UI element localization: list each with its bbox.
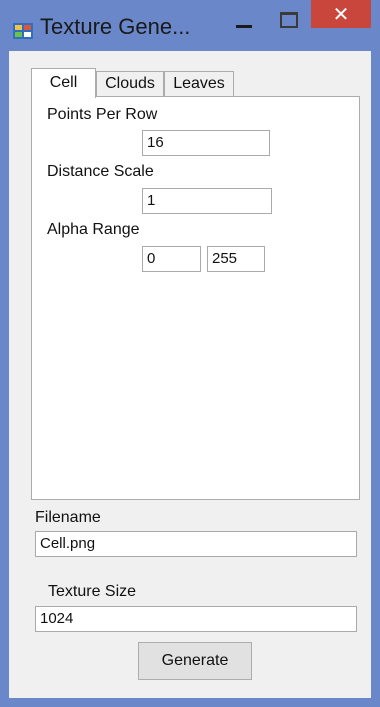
title-bar[interactable]: Texture Gene... ✕ [0, 0, 380, 52]
tab-clouds[interactable]: Clouds [96, 71, 164, 97]
cell-tab-panel: Points Per Row 16 Distance Scale 1 Alpha… [31, 96, 360, 500]
generate-button[interactable]: Generate [138, 642, 252, 680]
points-per-row-label: Points Per Row [47, 106, 158, 123]
filename-label: Filename [35, 509, 101, 526]
minimize-icon[interactable] [222, 4, 266, 38]
client-area: Cell Clouds Leaves Points Per Row 16 Dis… [9, 51, 371, 698]
alpha-range-label: Alpha Range [47, 221, 140, 238]
close-icon: ✕ [332, 2, 350, 26]
distance-scale-input[interactable]: 1 [142, 188, 272, 214]
alpha-range-max-input[interactable]: 255 [207, 246, 265, 272]
tab-cell[interactable]: Cell [31, 68, 96, 98]
filename-input[interactable]: Cell.png [35, 531, 357, 557]
texture-size-input[interactable]: 1024 [35, 606, 357, 632]
maximize-icon[interactable] [266, 4, 310, 38]
texture-size-label: Texture Size [48, 583, 137, 600]
points-per-row-input[interactable]: 16 [142, 130, 270, 156]
app-window: Texture Gene... ✕ Cell Clouds Leaves Poi… [0, 0, 380, 707]
distance-scale-label: Distance Scale [47, 163, 154, 180]
window-title: Texture Gene... [40, 14, 191, 39]
alpha-range-min-input[interactable]: 0 [142, 246, 201, 272]
tab-leaves[interactable]: Leaves [164, 71, 234, 97]
close-button[interactable]: ✕ [311, 0, 371, 28]
app-icon [13, 23, 33, 39]
